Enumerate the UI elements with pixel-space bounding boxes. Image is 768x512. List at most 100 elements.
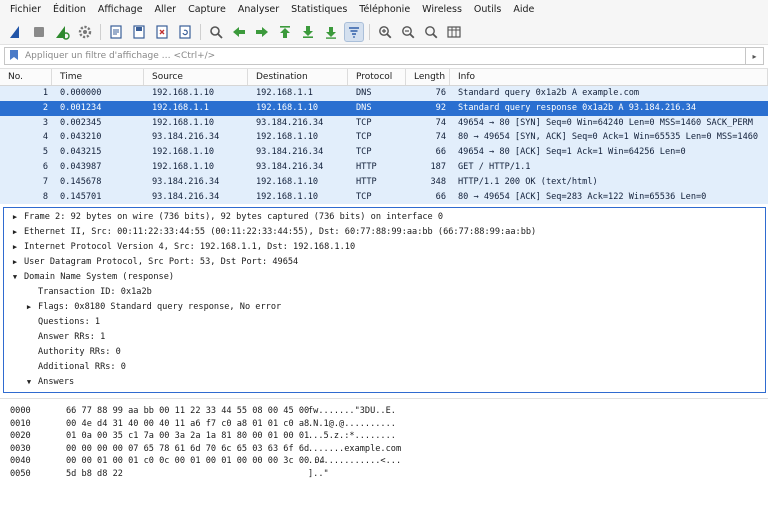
hex-bytes[interactable]: 00 00 00 00 07 65 78 61 6d 70 6c 65 03 6…: [58, 443, 309, 456]
detail-tree-item[interactable]: ▶ Internet Protocol Version 4, Src: 192.1…: [4, 240, 765, 255]
collapse-arrow-icon[interactable]: ▼: [24, 375, 34, 390]
hex-bytes[interactable]: 00 4e d4 31 40 00 40 11 a6 f7 c0 a8 01 0…: [58, 418, 309, 431]
start-capture-fin-icon[interactable]: [6, 22, 26, 42]
packet-info: HTTP/1.1 200 OK (text/html): [458, 176, 598, 187]
filter-apply-arrow-icon[interactable]: ▸: [746, 47, 764, 65]
detail-tree-item[interactable]: Additional RRs: 0: [4, 360, 765, 375]
menu-outils[interactable]: Outils: [468, 0, 507, 20]
resize-columns-icon[interactable]: [444, 22, 464, 42]
menu-affichage[interactable]: Affichage: [92, 0, 149, 20]
hex-bytes[interactable]: 66 77 88 99 aa bb 00 11 22 33 44 55 08 0…: [58, 405, 309, 418]
open-file-icon[interactable]: [106, 22, 126, 42]
packet-info: 49654 → 80 [ACK] Seq=1 Ack=1 Win=64256 L…: [458, 147, 686, 158]
hex-offset[interactable]: 0020: [0, 430, 58, 443]
packet-row[interactable]: 3 0.002345 192.168.1.10 93.184.216.34 TCP 74 4…: [0, 115, 768, 131]
detail-tree-item[interactable]: Authority RRs: 0: [4, 345, 765, 360]
menu-telephonie[interactable]: Téléphonie: [353, 0, 416, 20]
go-forward-arrow-icon[interactable]: [252, 22, 272, 42]
detail-tree-item[interactable]: Questions: 1: [4, 315, 765, 330]
menu-aide[interactable]: Aide: [507, 0, 540, 20]
column-header-no[interactable]: No.: [0, 69, 52, 85]
packet-row[interactable]: 2 0.001234 192.168.1.1 192.168.1.10 DNS 92 Sta…: [0, 100, 768, 116]
packet-time: 0.145701: [60, 191, 102, 202]
detail-text: Internet Protocol Version 4, Src: 192.16…: [24, 242, 356, 252]
detail-tree-item[interactable]: example.com: type A, class IN, addr 93.1…: [4, 390, 765, 392]
hex-ascii[interactable]: ]..": [308, 468, 329, 481]
packet-row[interactable]: 6 0.043987 192.168.1.10 93.184.216.34 HTTP 18…: [0, 159, 768, 175]
menu-analyser[interactable]: Analyser: [232, 0, 285, 20]
save-file-icon[interactable]: [129, 22, 149, 42]
hex-ascii[interactable]: fw......."3DU..E.: [308, 405, 396, 418]
menu-aller[interactable]: Aller: [149, 0, 183, 20]
packet-time: 0.043210: [60, 132, 102, 143]
column-header-time[interactable]: Time: [52, 69, 144, 85]
column-header-protocol[interactable]: Protocol: [348, 69, 406, 85]
expand-arrow-icon[interactable]: ▶: [10, 225, 20, 240]
detail-tree-item[interactable]: Transaction ID: 0x1a2b: [4, 285, 765, 300]
reload-file-icon[interactable]: [175, 22, 195, 42]
column-header-source[interactable]: Source: [144, 69, 248, 85]
detail-tree-item[interactable]: ▶ Flags: 0x8180 Standard query response, …: [4, 300, 765, 315]
zoom-out-icon[interactable]: [398, 22, 418, 42]
menu-capture[interactable]: Capture: [182, 0, 232, 20]
hex-offset[interactable]: 0050: [0, 468, 58, 481]
expand-arrow-icon[interactable]: ▶: [24, 300, 34, 315]
go-back-arrow-icon[interactable]: [229, 22, 249, 42]
detail-tree-item[interactable]: ▶ Frame 2: 92 bytes on wire (736 bits), 9…: [4, 210, 765, 225]
packet-no: 2: [42, 102, 48, 113]
zoom-in-icon[interactable]: [375, 22, 395, 42]
collapse-arrow-icon[interactable]: ▼: [10, 270, 20, 285]
hex-ascii[interactable]: ...5.z.:*........: [308, 430, 396, 443]
column-header-destination[interactable]: Destination: [248, 69, 348, 85]
auto-scroll-download-icon[interactable]: [321, 22, 341, 42]
packet-source: 93.184.216.34: [152, 191, 220, 202]
packet-row[interactable]: 1 0.000000 192.168.1.10 192.168.1.1 DNS 76 Sta…: [0, 86, 768, 101]
hex-offset[interactable]: 0040: [0, 455, 58, 468]
packet-row[interactable]: 4 0.043210 93.184.216.34 192.168.1.10 TCP 74 8…: [0, 130, 768, 146]
expand-arrow-icon[interactable]: ▶: [10, 255, 20, 270]
zoom-reset-icon[interactable]: [421, 22, 441, 42]
detail-tree-item[interactable]: ▶ User Datagram Protocol, Src Port: 53, D…: [4, 255, 765, 270]
menu-wireless[interactable]: Wireless: [416, 0, 468, 20]
hex-ascii[interactable]: .N.1@.@..........: [308, 418, 396, 431]
go-last-packet-icon[interactable]: [298, 22, 318, 42]
hex-ascii[interactable]: .......example.com: [308, 443, 401, 456]
packet-row[interactable]: 5 0.043215 192.168.1.10 93.184.216.34 TCP 66 4…: [0, 145, 768, 160]
expand-arrow-icon[interactable]: ▶: [10, 240, 20, 255]
hex-ascii[interactable]: ..............<...: [308, 455, 401, 468]
expand-arrow-icon[interactable]: ▶: [10, 210, 20, 225]
hex-row: 0000 66 77 88 99 aa bb 00 11 22 33 44 55 …: [0, 405, 768, 418]
packet-row[interactable]: 8 0.145701 93.184.216.34 192.168.1.10 TCP 66 8…: [0, 189, 768, 204]
hex-offset[interactable]: 0000: [0, 405, 58, 418]
detail-tree-item[interactable]: ▶ Ethernet II, Src: 00:11:22:33:44:55 (00…: [4, 225, 765, 240]
hex-bytes[interactable]: 5d b8 d8 22: [58, 468, 308, 481]
column-header-info[interactable]: Info: [450, 69, 768, 85]
column-header-length[interactable]: Length: [406, 69, 450, 85]
detail-tree-item[interactable]: Answer RRs: 1: [4, 330, 765, 345]
filter-bookmark-icon[interactable]: [9, 49, 19, 64]
find-packet-search-icon[interactable]: [206, 22, 226, 42]
packet-length: 66: [435, 191, 446, 202]
hex-offset[interactable]: 0030: [0, 443, 58, 456]
menu-fichier[interactable]: Fichier: [4, 0, 47, 20]
detail-tree-item[interactable]: ▼ Answers: [4, 375, 765, 390]
menu-edition[interactable]: Édition: [47, 0, 92, 20]
colorize-list-icon[interactable]: [344, 22, 364, 42]
hex-bytes[interactable]: 00 00 01 00 01 c0 0c 00 01 00 01 00 00 0…: [58, 455, 325, 468]
display-filter-input[interactable]: [19, 48, 745, 64]
packet-protocol: HTTP: [356, 176, 377, 187]
close-file-icon[interactable]: [152, 22, 172, 42]
menu-bar: Fichier Édition Affichage Aller Capture …: [0, 0, 768, 20]
packet-list-rows: 1 0.000000 192.168.1.10 192.168.1.1 DNS 76 Sta…: [0, 86, 768, 204]
go-first-packet-icon[interactable]: [275, 22, 295, 42]
packet-length: 92: [435, 102, 446, 113]
packet-row[interactable]: 7 0.145678 93.184.216.34 192.168.1.10 HTTP 34…: [0, 174, 768, 190]
stop-capture-icon[interactable]: [29, 22, 49, 42]
detail-tree-item[interactable]: ▼ Domain Name System (response): [4, 270, 765, 285]
hex-offset[interactable]: 0010: [0, 418, 58, 431]
restart-capture-fin-icon[interactable]: [52, 22, 72, 42]
hex-bytes[interactable]: 01 0a 00 35 c1 7a 00 3a 2a 1a 81 80 00 0…: [58, 430, 309, 443]
packet-info: Standard query 0x1a2b A example.com: [458, 88, 640, 98]
capture-options-gear-icon[interactable]: [75, 22, 95, 42]
menu-statistiques[interactable]: Statistiques: [285, 0, 353, 20]
